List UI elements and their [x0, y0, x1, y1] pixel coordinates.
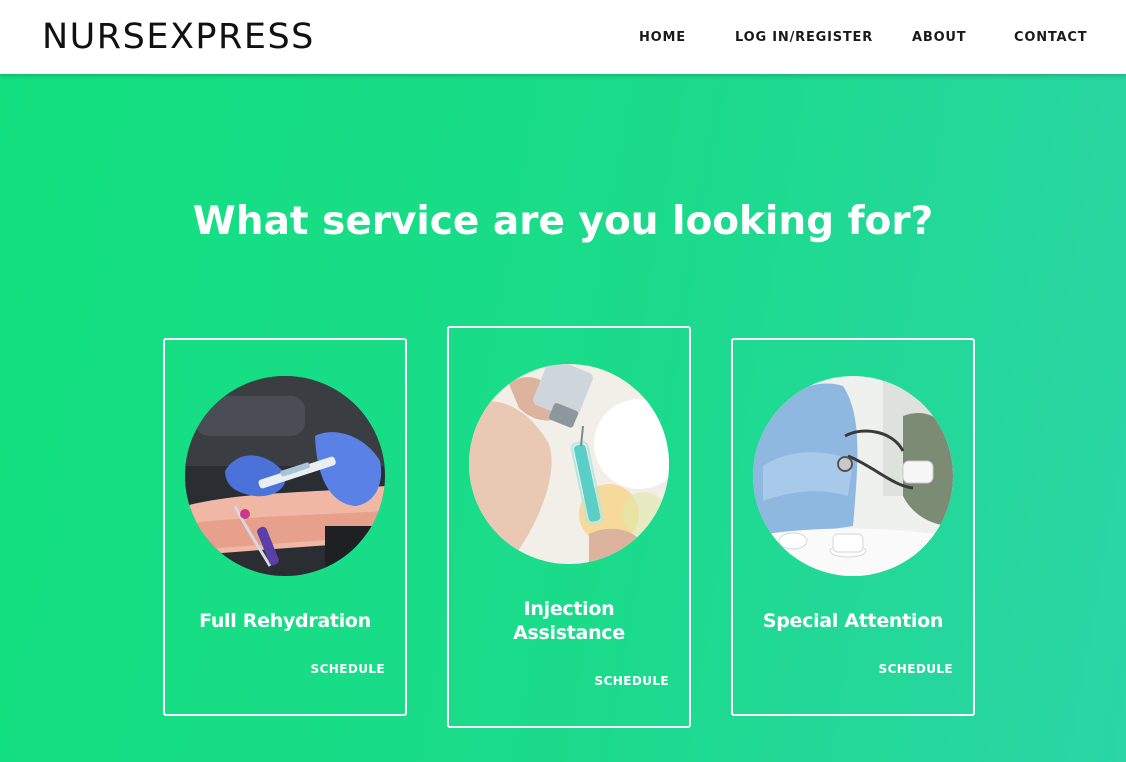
service-title: Full Rehydration [199, 610, 371, 632]
iv-drip-illustration [185, 376, 385, 576]
nav-contact[interactable]: CONTACT [1014, 29, 1087, 47]
service-title: Special Attention [762, 610, 944, 632]
nav-about[interactable]: ABOUT [912, 29, 966, 47]
service-title: Injection Assistance [513, 598, 625, 644]
syringe-illustration [469, 364, 669, 564]
nav-login-register[interactable]: LOG IN/REGISTER [735, 29, 873, 47]
schedule-link[interactable]: SCHEDULE [879, 662, 953, 676]
site-header: NURSEXPRESS HOME LOG IN/REGISTER ABOUT C… [0, 0, 1126, 74]
service-card-injection-assistance[interactable]: Injection Assistance SCHEDULE [447, 326, 691, 728]
site-logo[interactable]: NURSEXPRESS [42, 14, 315, 60]
iv-drip-photo [185, 376, 385, 576]
nav-home[interactable]: HOME [639, 29, 686, 47]
schedule-link[interactable]: SCHEDULE [311, 662, 385, 676]
blood-pressure-photo [753, 376, 953, 576]
service-card-special-attention[interactable]: Special Attention SCHEDULE [731, 338, 975, 716]
service-card-full-rehydration[interactable]: Full Rehydration SCHEDULE [163, 338, 407, 716]
schedule-link[interactable]: SCHEDULE [595, 674, 669, 688]
syringe-vial-photo [469, 364, 669, 564]
page-title: What service are you looking for? [192, 199, 934, 244]
blood-pressure-illustration [753, 376, 953, 576]
